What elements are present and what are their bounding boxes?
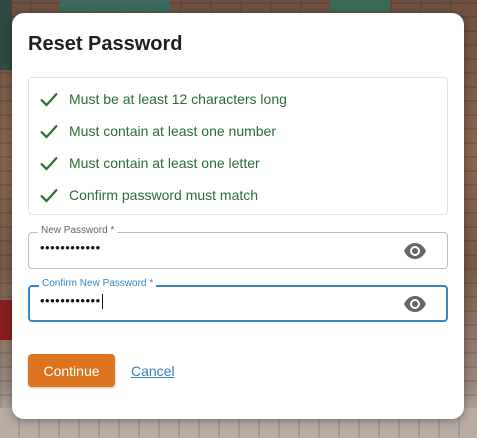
requirement-item: Confirm password must match xyxy=(39,185,258,205)
confirm-password-label: Confirm New Password * xyxy=(39,278,157,289)
confirm-password-input[interactable]: •••••••••••• xyxy=(40,293,103,310)
requirement-label: Must contain at least one number xyxy=(69,123,277,139)
background-window xyxy=(0,0,12,70)
requirement-item: Must be at least 12 characters long xyxy=(39,89,287,109)
requirement-label: Confirm password must match xyxy=(69,187,259,203)
dialog-title: Reset Password xyxy=(28,33,183,55)
check-icon xyxy=(40,92,58,107)
password-requirements: Must be at least 12 characters long Must… xyxy=(28,77,448,215)
background-window xyxy=(60,0,170,12)
check-icon xyxy=(40,124,58,139)
text-caret xyxy=(101,294,103,310)
new-password-label: New Password * xyxy=(38,225,118,236)
continue-button[interactable]: Continue xyxy=(28,354,115,387)
check-icon xyxy=(40,156,58,171)
background-window xyxy=(330,0,390,12)
requirement-item: Must contain at least one number xyxy=(39,121,276,141)
confirm-password-value: •••••••••••• xyxy=(40,293,101,308)
reset-password-dialog: Reset Password Must be at least 12 chara… xyxy=(12,13,464,419)
confirm-password-field[interactable]: Confirm New Password * •••••••••••• xyxy=(28,278,448,322)
requirement-item: Must contain at least one letter xyxy=(39,153,260,173)
new-password-field[interactable]: New Password * •••••••••••• xyxy=(28,225,448,269)
eye-icon[interactable] xyxy=(403,294,427,314)
new-password-input[interactable]: •••••••••••• xyxy=(40,240,101,255)
requirement-label: Must be at least 12 characters long xyxy=(69,91,287,107)
eye-icon[interactable] xyxy=(403,241,427,261)
check-icon xyxy=(40,188,58,203)
cancel-link[interactable]: Cancel xyxy=(131,363,175,379)
requirement-label: Must contain at least one letter xyxy=(69,155,260,171)
